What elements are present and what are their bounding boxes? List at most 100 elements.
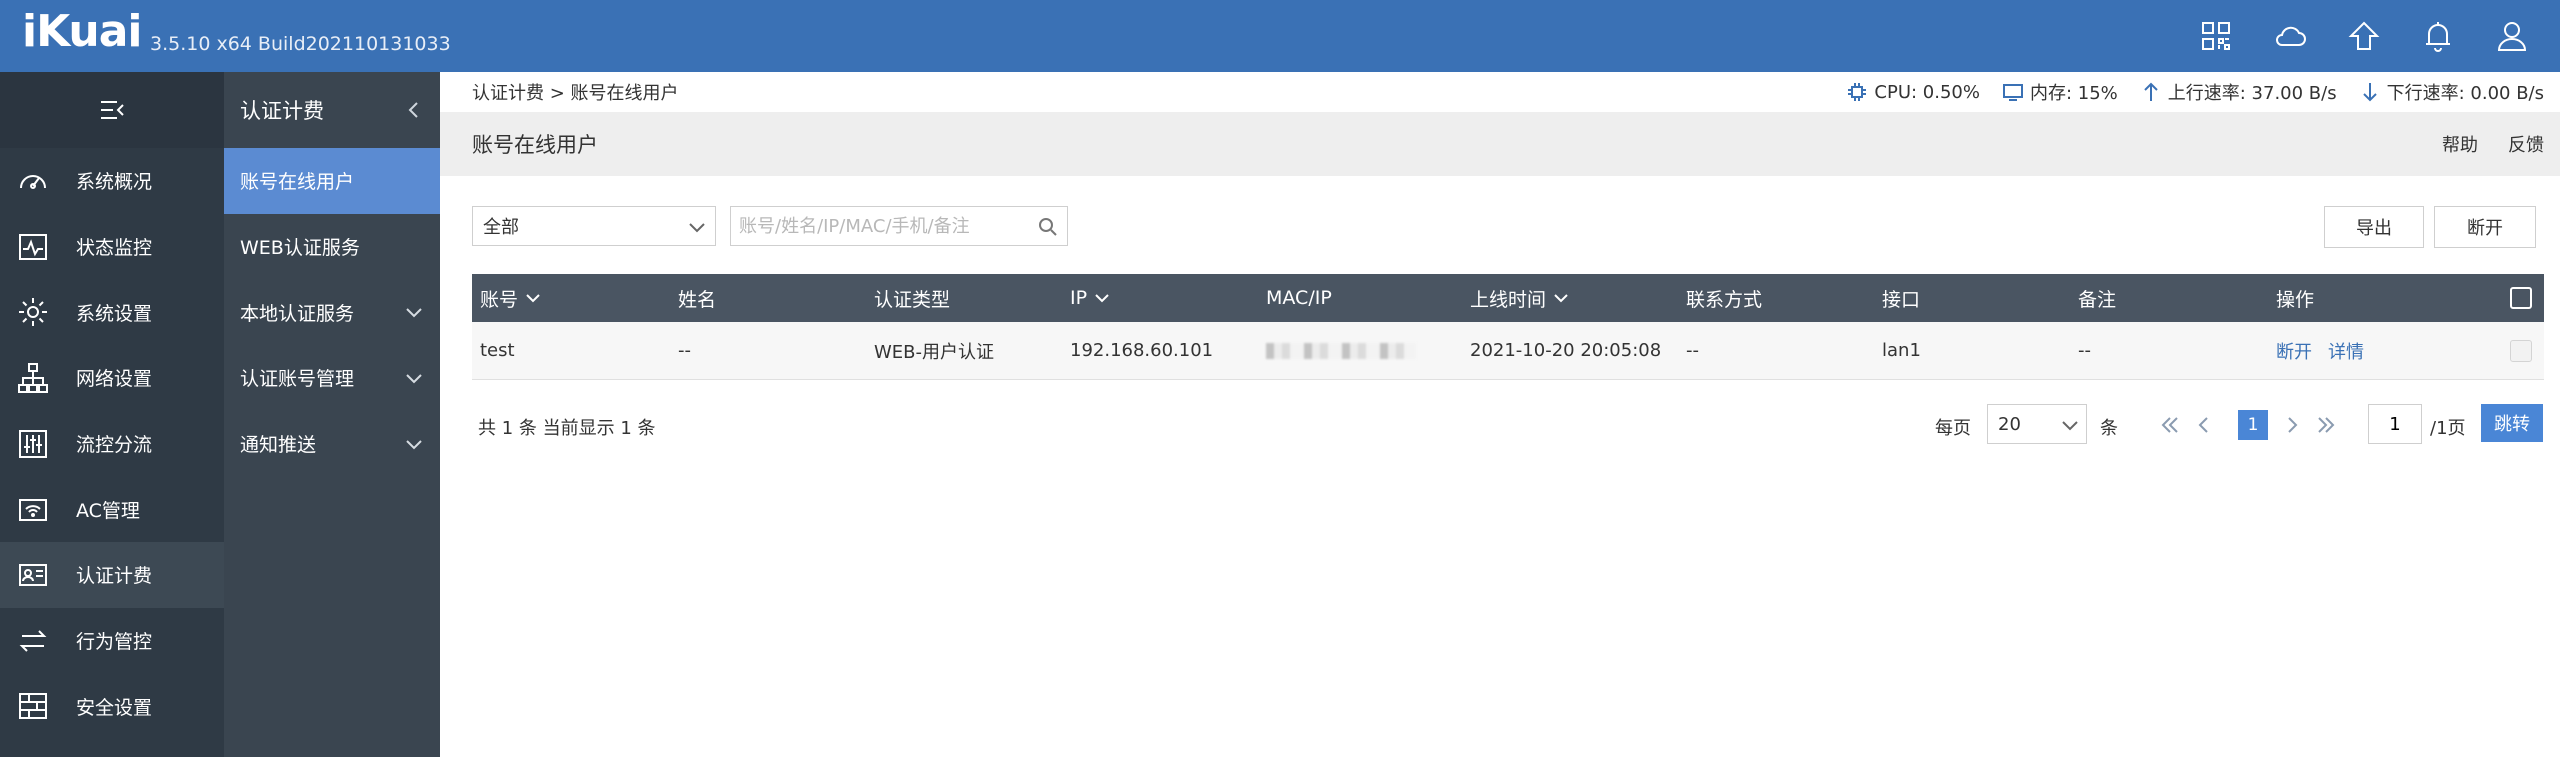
swap-icon <box>19 629 47 652</box>
row-checkbox[interactable] <box>2510 322 2532 379</box>
system-stats: CPU: 0.50% 内存: 15% 上行速率: 37.00 B/s 下行速率:… <box>1824 72 2544 112</box>
home-arrow-icon[interactable] <box>2346 18 2382 54</box>
table-header: 账号 姓名 认证类型 IP MAC/IP 上线时间 联系方式 接口 备注 操作 <box>472 274 2544 322</box>
column-header-name: 姓名 <box>678 274 716 322</box>
column-header-label: 联系方式 <box>1686 288 1763 311</box>
current-page-button[interactable]: 1 <box>2238 410 2268 440</box>
disconnect-button[interactable]: 断开 <box>2434 206 2536 248</box>
nav-item-label: AC管理 <box>76 499 140 522</box>
nav-item-security-settings[interactable]: 安全设置 <box>0 674 224 740</box>
subnav-item-account-management[interactable]: 认证账号管理 <box>224 345 440 411</box>
total-count-text: 共 1 条 当前显示 1 条 <box>478 418 656 439</box>
cell-online-time: 2021-10-20 20:05:08 <box>1470 340 1662 361</box>
table-row: test -- WEB-用户认证 192.168.60.101 2021-10-… <box>472 322 2544 380</box>
cpu-icon <box>1848 83 1867 101</box>
pagination-bar: 共 1 条 当前显示 1 条 每页 20 条 1 /1页 跳转 <box>440 404 2560 446</box>
cell-mac-redacted <box>1266 322 1416 379</box>
column-header-label: 认证类型 <box>874 288 951 311</box>
subnav-item-notification[interactable]: 通知推送 <box>224 411 440 477</box>
nav-item-network-settings[interactable]: 网络设置 <box>0 345 224 411</box>
memory-stat: 内存: 15% <box>2002 79 2118 105</box>
column-header-ip[interactable]: IP <box>1070 274 1111 322</box>
prev-page-icon[interactable] <box>2192 413 2216 437</box>
page-title: 账号在线用户 <box>472 133 598 157</box>
subnav-item-label: 认证账号管理 <box>240 368 355 391</box>
nav-item-label: 流控分流 <box>76 434 153 457</box>
search-box <box>730 206 1068 246</box>
column-header-online-time[interactable]: 上线时间 <box>1470 274 1570 322</box>
chevron-down-icon <box>1554 294 1568 303</box>
nav-item-label: 网络设置 <box>76 368 153 391</box>
chevron-down-icon <box>689 223 705 233</box>
cloud-icon[interactable] <box>2272 18 2308 54</box>
subnav-item-label: WEB认证服务 <box>240 237 360 260</box>
next-page-icon[interactable] <box>2280 413 2304 437</box>
filter-select[interactable]: 全部 <box>472 206 716 246</box>
monitor-icon <box>2002 84 2023 101</box>
network-icon <box>18 362 48 393</box>
cell-auth-type: WEB-用户认证 <box>874 341 995 363</box>
page-total-text: /1页 <box>2430 418 2466 439</box>
chevron-down-icon <box>2062 421 2078 431</box>
online-users-table: 账号 姓名 认证类型 IP MAC/IP 上线时间 联系方式 接口 备注 操作 … <box>472 274 2544 380</box>
sliders-icon <box>19 429 47 458</box>
cpu-stat: CPU: 0.50% <box>1846 81 1980 103</box>
memory-value: 内存: 15% <box>2029 83 2118 104</box>
nav-item-status-monitor[interactable]: 状态监控 <box>0 214 224 280</box>
redacted-mac <box>1266 342 1416 359</box>
nav-item-flow-control[interactable]: 流控分流 <box>0 411 224 477</box>
row-detail-link[interactable]: 详情 <box>2328 338 2364 364</box>
filter-select-value: 全部 <box>483 217 519 238</box>
per-page-unit: 条 <box>2100 418 2118 439</box>
page-number-input[interactable] <box>2368 404 2422 444</box>
upload-stat: 上行速率: 37.00 B/s <box>2140 79 2337 105</box>
column-header-label: 账号 <box>480 288 519 311</box>
version-label: 3.5.10 x64 Build202110131033 <box>150 33 451 55</box>
subnav-item-online-users[interactable]: 账号在线用户 <box>224 148 440 214</box>
feedback-link[interactable]: 反馈 <box>2508 131 2544 157</box>
jump-button[interactable]: 跳转 <box>2481 404 2543 442</box>
help-link[interactable]: 帮助 <box>2442 131 2478 157</box>
first-page-icon[interactable] <box>2158 413 2182 437</box>
user-icon[interactable] <box>2494 18 2530 54</box>
nav-item-system-overview[interactable]: 系统概况 <box>0 148 224 214</box>
column-header-auth-type: 认证类型 <box>874 274 950 322</box>
cell-remark: -- <box>2078 340 2091 361</box>
nav-item-behavior-control[interactable]: 行为管控 <box>0 608 224 674</box>
nav-item-system-settings[interactable]: 系统设置 <box>0 279 224 345</box>
column-header-label: 操作 <box>2276 288 2315 311</box>
chevron-left-icon[interactable] <box>404 100 424 120</box>
select-all-checkbox[interactable] <box>2510 274 2532 322</box>
menu-collapse-icon[interactable] <box>0 72 224 148</box>
per-page-value: 20 <box>1998 413 2021 435</box>
nav-item-label: 行为管控 <box>76 631 153 654</box>
per-page-select[interactable]: 20 <box>1987 404 2087 444</box>
breadcrumb-text: 认证计费 > 账号在线用户 <box>472 83 679 104</box>
arrow-up-icon <box>2144 82 2158 101</box>
subnav-item-label: 通知推送 <box>240 434 317 457</box>
cell-name: -- <box>678 340 691 361</box>
row-disconnect-link[interactable]: 断开 <box>2276 338 2312 364</box>
column-header-account[interactable]: 账号 <box>480 274 542 322</box>
subnav-item-web-auth[interactable]: WEB认证服务 <box>224 214 440 280</box>
ikuai-logo[interactable]: iKuai <box>22 6 143 57</box>
id-card-icon <box>19 563 47 586</box>
cell-account: test <box>480 340 515 361</box>
apps-grid-icon[interactable] <box>2198 18 2234 54</box>
nav-item-auth-billing[interactable]: 认证计费 <box>0 542 224 608</box>
column-header-mac: MAC/IP <box>1266 274 1332 322</box>
export-button[interactable]: 导出 <box>2324 206 2424 248</box>
last-page-icon[interactable] <box>2314 413 2338 437</box>
subnav-item-local-auth[interactable]: 本地认证服务 <box>224 279 440 345</box>
cell-actions: 断开 详情 <box>2276 322 2380 379</box>
chevron-down-icon <box>526 294 540 303</box>
nav-item-label: 安全设置 <box>76 696 153 719</box>
nav-item-ac-management[interactable]: AC管理 <box>0 476 224 542</box>
top-header: iKuai 3.5.10 x64 Build202110131033 <box>0 0 2560 72</box>
search-icon[interactable] <box>1037 216 1059 238</box>
bell-icon[interactable] <box>2420 18 2456 54</box>
search-input[interactable] <box>731 207 1021 245</box>
subnav-item-label: 账号在线用户 <box>240 171 355 194</box>
nav-item-label: 系统概况 <box>76 171 153 194</box>
chevron-down-icon <box>406 308 422 318</box>
